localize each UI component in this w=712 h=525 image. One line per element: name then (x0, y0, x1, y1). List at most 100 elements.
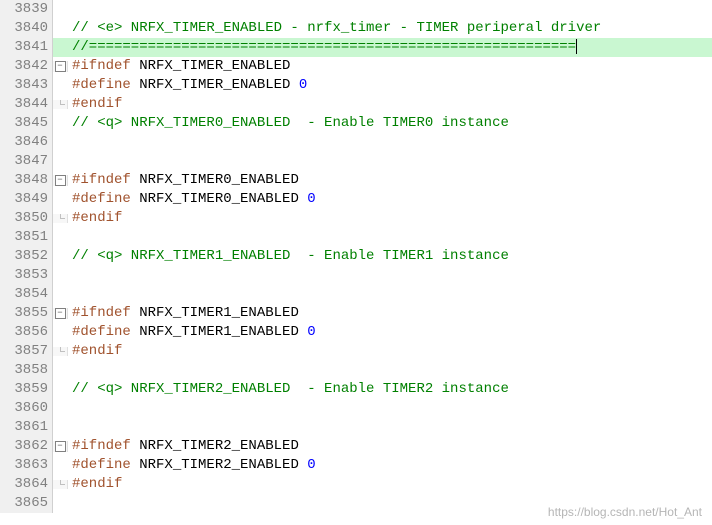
code-line[interactable]: 3860 (0, 399, 712, 418)
token-comment (72, 1, 80, 17)
code-line[interactable]: 3865 (0, 494, 712, 513)
line-number: 3843 (0, 76, 53, 95)
code-line[interactable]: 3853 (0, 266, 712, 285)
line-number: 3839 (0, 0, 53, 19)
line-number: 3865 (0, 494, 53, 513)
fold-gutter[interactable]: − (53, 308, 68, 319)
line-number: 3855 (0, 304, 53, 323)
code-line[interactable]: 3861 (0, 418, 712, 437)
token-num: 0 (307, 324, 315, 340)
line-number: 3852 (0, 247, 53, 266)
code-content[interactable] (68, 0, 80, 19)
line-number: 3853 (0, 266, 53, 285)
line-number: 3850 (0, 209, 53, 228)
fold-collapse-icon[interactable]: − (55, 308, 66, 319)
code-line[interactable]: 3859 // <q> NRFX_TIMER2_ENABLED - Enable … (0, 380, 712, 399)
code-content[interactable]: #ifndef NRFX_TIMER1_ENABLED (68, 304, 299, 323)
code-line[interactable]: 3852 // <q> NRFX_TIMER1_ENABLED - Enable … (0, 247, 712, 266)
token-ident: NRFX_TIMER_ENABLED (139, 77, 299, 93)
token-comment (72, 134, 80, 150)
token-comment: // <q> NRFX_TIMER0_ENABLED - Enable TIME… (72, 115, 509, 131)
code-line[interactable]: 3843 #define NRFX_TIMER_ENABLED 0 (0, 76, 712, 95)
token-preproc: #endif (72, 96, 122, 112)
code-content[interactable]: #endif (68, 209, 122, 228)
code-line[interactable]: 3846 (0, 133, 712, 152)
fold-gutter[interactable]: − (53, 441, 68, 452)
code-content[interactable]: #define NRFX_TIMER_ENABLED 0 (68, 76, 307, 95)
code-line[interactable]: 3839 (0, 0, 712, 19)
line-number: 3859 (0, 380, 53, 399)
code-content[interactable] (68, 266, 80, 285)
token-comment: // <e> NRFX_TIMER_ENABLED - nrfx_timer -… (72, 20, 601, 36)
fold-collapse-icon[interactable]: − (55, 61, 66, 72)
code-line[interactable]: 3842−#ifndef NRFX_TIMER_ENABLED (0, 57, 712, 76)
fold-gutter (53, 480, 68, 489)
code-content[interactable]: #ifndef NRFX_TIMER2_ENABLED (68, 437, 299, 456)
code-content[interactable]: #endif (68, 475, 122, 494)
token-comment: // <q> NRFX_TIMER1_ENABLED - Enable TIME… (72, 248, 509, 264)
fold-collapse-icon[interactable]: − (55, 175, 66, 186)
code-content[interactable]: #define NRFX_TIMER1_ENABLED 0 (68, 323, 316, 342)
code-line[interactable]: 3856 #define NRFX_TIMER1_ENABLED 0 (0, 323, 712, 342)
code-content[interactable] (68, 399, 80, 418)
code-line[interactable]: 3862−#ifndef NRFX_TIMER2_ENABLED (0, 437, 712, 456)
line-number: 3848 (0, 171, 53, 190)
code-line[interactable]: 3854 (0, 285, 712, 304)
code-line[interactable]: 3849 #define NRFX_TIMER0_ENABLED 0 (0, 190, 712, 209)
code-line[interactable]: 3845// <q> NRFX_TIMER0_ENABLED - Enable … (0, 114, 712, 133)
code-content[interactable]: #ifndef NRFX_TIMER0_ENABLED (68, 171, 299, 190)
code-line[interactable]: 3847 (0, 152, 712, 171)
token-ident: NRFX_TIMER2_ENABLED (139, 457, 307, 473)
fold-gutter[interactable]: − (53, 61, 68, 72)
code-line[interactable]: 3851 (0, 228, 712, 247)
code-line[interactable]: 3864 #endif (0, 475, 712, 494)
code-line[interactable]: 3850 #endif (0, 209, 712, 228)
fold-collapse-icon[interactable]: − (55, 441, 66, 452)
code-content[interactable]: #endif (68, 342, 122, 361)
line-number: 3858 (0, 361, 53, 380)
token-preproc: #define (72, 457, 139, 473)
line-number: 3860 (0, 399, 53, 418)
code-content[interactable]: #endif (68, 95, 122, 114)
token-ident: NRFX_TIMER0_ENABLED (139, 172, 299, 188)
code-line[interactable]: 3844#endif (0, 95, 712, 114)
line-number: 3861 (0, 418, 53, 437)
token-preproc: #define (72, 191, 139, 207)
code-line[interactable]: 3841//==================================… (0, 38, 712, 57)
code-content[interactable] (68, 133, 80, 152)
code-line[interactable]: 3855−#ifndef NRFX_TIMER1_ENABLED (0, 304, 712, 323)
code-line[interactable]: 3863#define NRFX_TIMER2_ENABLED 0 (0, 456, 712, 475)
code-line[interactable]: 3840// <e> NRFX_TIMER_ENABLED - nrfx_tim… (0, 19, 712, 38)
token-num: 0 (299, 77, 307, 93)
token-comment: // <q> NRFX_TIMER2_ENABLED - Enable TIME… (72, 381, 509, 397)
code-content[interactable]: #ifndef NRFX_TIMER_ENABLED (68, 57, 290, 76)
token-comment: //======================================… (72, 39, 576, 55)
token-ident: NRFX_TIMER0_ENABLED (139, 191, 307, 207)
code-content[interactable]: #define NRFX_TIMER2_ENABLED 0 (68, 456, 316, 475)
line-number: 3857 (0, 342, 53, 361)
code-line[interactable]: 3858 (0, 361, 712, 380)
token-num: 0 (307, 457, 315, 473)
line-number: 3851 (0, 228, 53, 247)
fold-end-icon (56, 100, 65, 109)
line-number: 3849 (0, 190, 53, 209)
token-ident: NRFX_TIMER2_ENABLED (139, 438, 299, 454)
code-content[interactable]: // <e> NRFX_TIMER_ENABLED - nrfx_timer -… (68, 19, 601, 38)
line-number: 3854 (0, 285, 53, 304)
code-content[interactable]: // <q> NRFX_TIMER1_ENABLED - Enable TIME… (68, 247, 509, 266)
token-preproc: #ifndef (72, 438, 139, 454)
fold-end-icon (56, 347, 65, 356)
fold-gutter[interactable]: − (53, 175, 68, 186)
line-number: 3856 (0, 323, 53, 342)
token-preproc: #define (72, 77, 139, 93)
code-content[interactable]: //======================================… (68, 38, 577, 57)
code-content[interactable]: // <q> NRFX_TIMER2_ENABLED - Enable TIME… (68, 380, 509, 399)
line-number: 3864 (0, 475, 53, 494)
code-line[interactable]: 3857 #endif (0, 342, 712, 361)
line-number: 3847 (0, 152, 53, 171)
code-line[interactable]: 3848−#ifndef NRFX_TIMER0_ENABLED (0, 171, 712, 190)
code-editor[interactable]: 3839 3840// <e> NRFX_TIMER_ENABLED - nrf… (0, 0, 712, 513)
code-content[interactable]: // <q> NRFX_TIMER0_ENABLED - Enable TIME… (68, 114, 509, 133)
code-content[interactable]: #define NRFX_TIMER0_ENABLED 0 (68, 190, 316, 209)
token-preproc: #endif (72, 210, 122, 226)
